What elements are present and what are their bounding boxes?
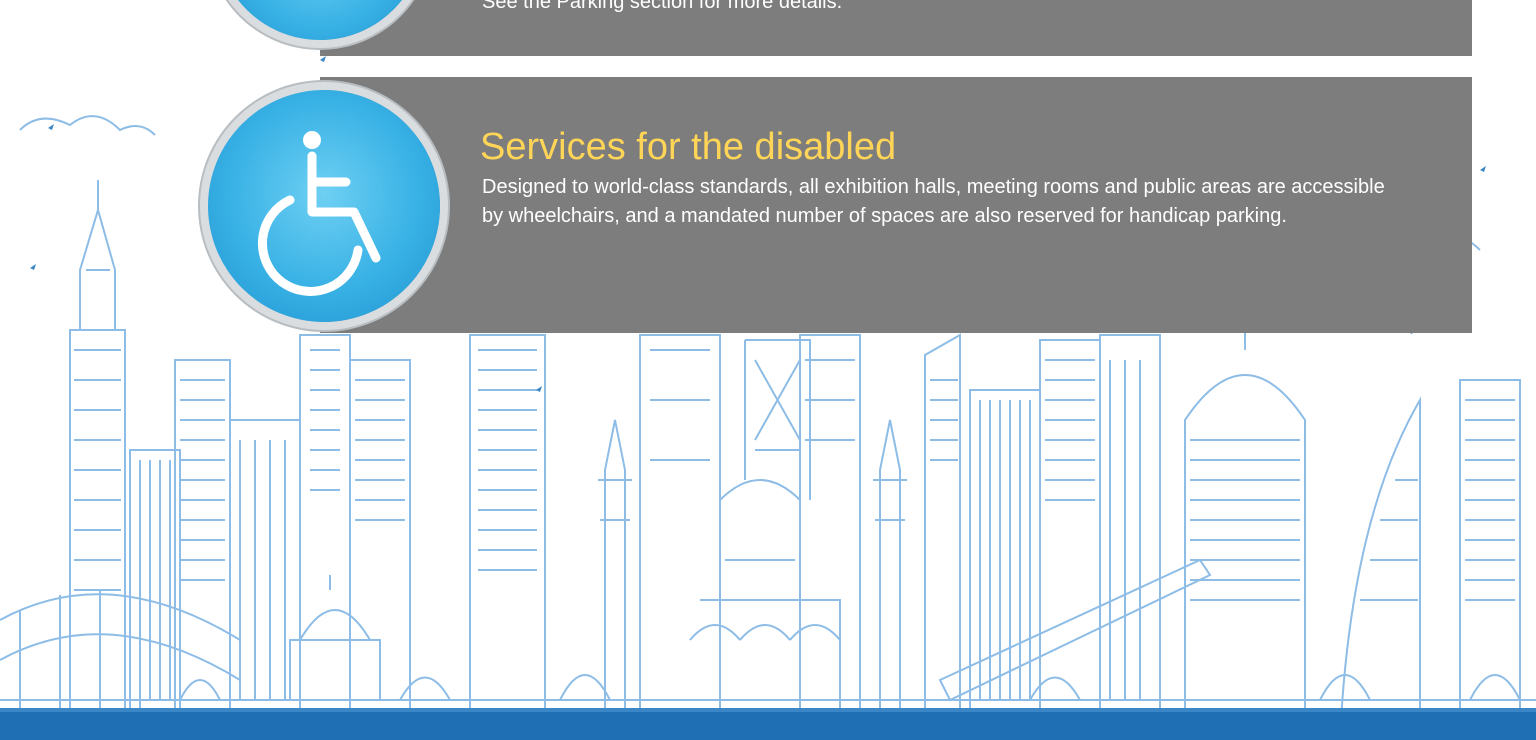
- wheelchair-icon: [258, 131, 381, 296]
- disabled-services-title: Services for the disabled: [480, 126, 897, 168]
- disabled-services-text: Designed to world-class standards, all e…: [482, 176, 1385, 227]
- page: See the Parking section for more details…: [0, 0, 1536, 740]
- parking-info-panel: See the Parking section for more details…: [320, 0, 1472, 56]
- wheelchair-badge: [208, 90, 440, 322]
- disabled-services-panel: Services for the disabled Designed to wo…: [320, 77, 1472, 333]
- footer-bar: [0, 712, 1536, 740]
- parking-info-text: See the Parking section for more details…: [482, 0, 843, 13]
